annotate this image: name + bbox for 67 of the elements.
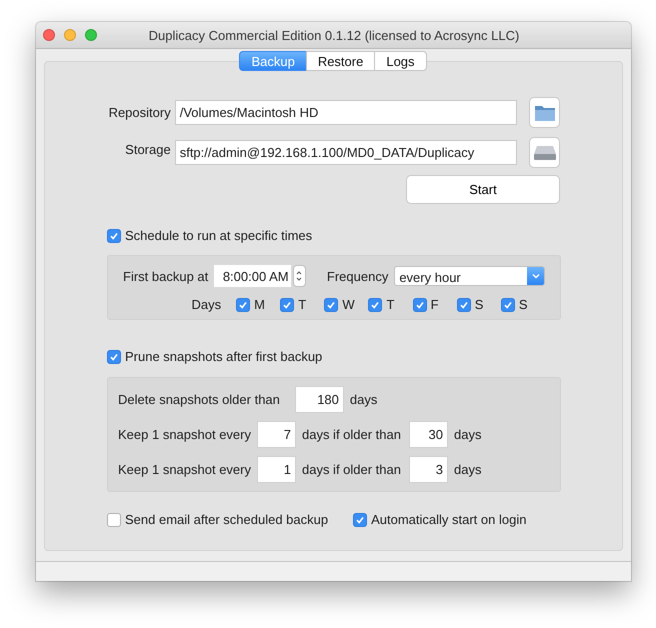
check-icon — [109, 352, 119, 362]
checkbox-label: S — [474, 297, 484, 312]
check-icon — [458, 300, 469, 310]
checkbox-label: T — [386, 297, 394, 312]
checkbox-label: S — [518, 297, 528, 312]
rule-text: Delete snapshots older than — [118, 392, 280, 407]
window-title: Duplicacy Commercial Edition 0.1.12 (licensed to Acrosync LLC) — [148, 28, 520, 42]
stepper[interactable] — [292, 265, 306, 287]
folder-icon — [534, 104, 556, 122]
checkbox-label: T — [298, 297, 306, 312]
checkbox[interactable] — [353, 512, 368, 526]
field-label: Storage — [124, 142, 171, 157]
rule-text: days — [454, 462, 482, 477]
rule-text: days if older than — [302, 427, 401, 442]
frequency-select[interactable]: every hour — [394, 266, 546, 286]
tab[interactable]: Restore — [306, 51, 376, 71]
number-field[interactable]: 3 — [409, 456, 448, 483]
field-label: Repository — [108, 105, 171, 120]
checkbox-label: W — [342, 297, 355, 312]
time-field[interactable]: 8:00:00 AM — [214, 265, 291, 287]
checkbox-label: M — [254, 297, 265, 312]
checkbox[interactable] — [456, 298, 471, 312]
chevron-down-icon — [532, 273, 540, 279]
number-field[interactable]: 1 — [256, 456, 296, 483]
input-field[interactable]: sftp://admin@192.168.1.100/MD0_DATA/Duplicacy — [174, 140, 518, 165]
number-field[interactable]: 180 — [294, 386, 344, 413]
check-icon — [326, 300, 336, 310]
checkbox[interactable] — [412, 298, 427, 312]
check-icon — [355, 514, 366, 524]
rule-text: Keep 1 snapshot every — [118, 427, 251, 442]
close-button[interactable] — [43, 29, 55, 41]
check-icon — [282, 300, 292, 310]
browse-button[interactable] — [529, 97, 560, 128]
checkbox-label: Send email after scheduled backup — [125, 512, 328, 527]
checkbox[interactable] — [107, 228, 121, 242]
checkbox[interactable] — [368, 298, 382, 312]
checkbox[interactable] — [324, 298, 338, 312]
checkbox-label: F — [430, 297, 439, 312]
field-label: Frequency — [326, 268, 388, 284]
drive-icon — [532, 144, 557, 160]
checkbox[interactable] — [107, 350, 121, 364]
checkbox-label: Automatically start on login — [371, 512, 526, 527]
rule-text: days if older than — [302, 462, 401, 477]
check-icon — [109, 230, 119, 240]
checkbox-label: Prune snapshots after first backup — [125, 349, 322, 364]
rule-text: days — [454, 427, 482, 442]
rule-text: days — [350, 392, 378, 407]
input-field[interactable]: /Volumes/Macintosh HD — [174, 100, 518, 125]
checkbox[interactable] — [500, 298, 515, 312]
field-label: First backup at — [123, 268, 208, 284]
zoom-button[interactable] — [85, 29, 97, 41]
checkbox[interactable] — [280, 298, 294, 312]
check-icon — [370, 300, 380, 310]
field-label: Days — [190, 297, 222, 312]
rule-text: Keep 1 snapshot every — [118, 462, 251, 477]
start-button[interactable]: Start — [406, 175, 560, 204]
storage-button[interactable] — [529, 137, 560, 168]
number-field[interactable]: 30 — [409, 421, 448, 448]
check-icon — [238, 300, 248, 310]
checkbox-label: Schedule to run at specific times — [125, 228, 312, 243]
tab[interactable]: Logs — [374, 51, 427, 71]
check-icon — [502, 300, 513, 310]
checkbox[interactable] — [236, 298, 250, 312]
number-field[interactable]: 7 — [256, 421, 296, 448]
stepper-icon — [296, 270, 302, 282]
checkbox[interactable] — [107, 512, 121, 526]
check-icon — [414, 300, 425, 310]
